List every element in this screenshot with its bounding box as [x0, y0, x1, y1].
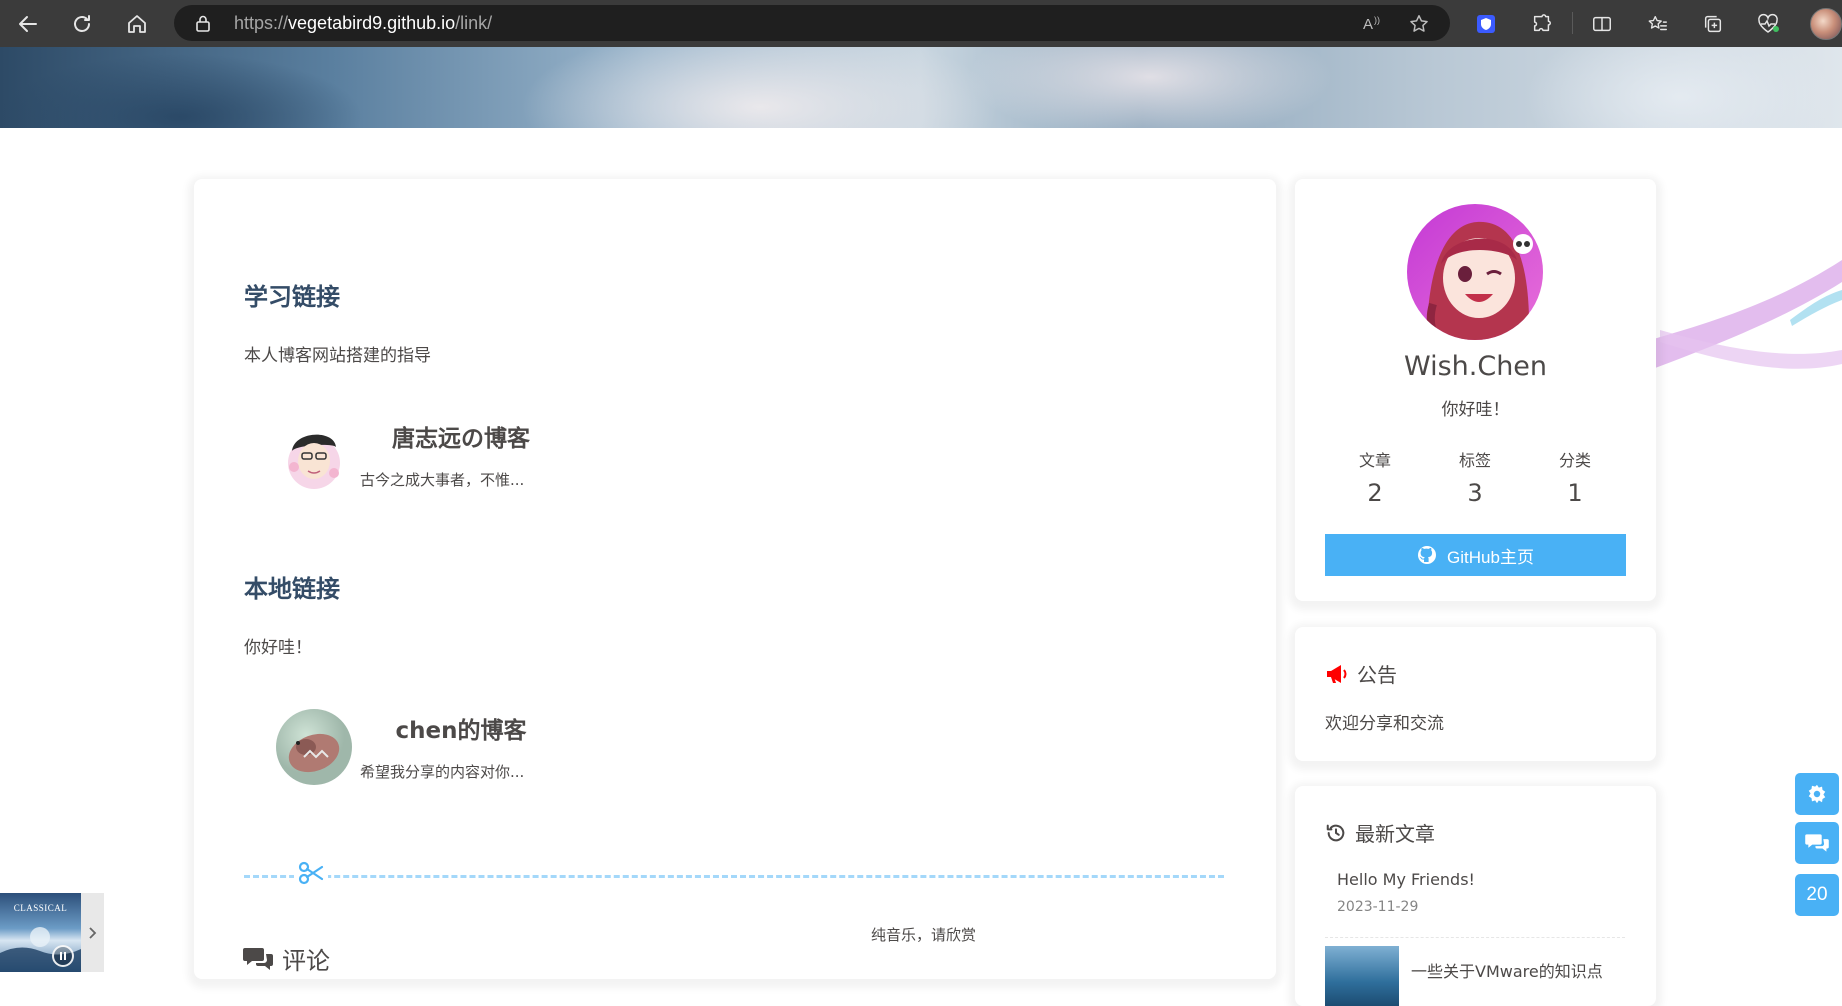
reading-progress-button[interactable]: 20 — [1795, 874, 1839, 916]
extensions-puzzle-icon[interactable] — [1526, 8, 1558, 40]
comment-heading: 评论 — [242, 941, 330, 976]
profile-avatar[interactable] — [1810, 8, 1842, 40]
pause-icon — [60, 952, 66, 960]
megaphone-icon — [1327, 664, 1347, 683]
album-cover[interactable]: CLASSICAL — [0, 893, 81, 972]
comments-icon — [1805, 834, 1829, 852]
site-stats: 文章 2 标签 3 分类 1 — [1325, 447, 1625, 507]
github-home-button[interactable]: GitHub主页 — [1325, 534, 1626, 576]
stat-value: 1 — [1567, 479, 1583, 507]
home-button[interactable] — [121, 8, 153, 40]
section-heading-study: 学习链接 — [244, 283, 340, 311]
shield-extension-icon[interactable] — [1470, 8, 1502, 40]
home-icon — [128, 15, 146, 33]
recent-posts-title: 最新文章 — [1355, 822, 1435, 846]
author-name: Wish.Chen — [1403, 351, 1548, 382]
section-heading-local: 本地链接 — [244, 575, 340, 603]
settings-button[interactable] — [1795, 773, 1839, 815]
author-info-card: Wish.Chen 你好哇！ 文章 2 标签 3 分类 1 GitHub主页 — [1295, 179, 1656, 601]
history-icon — [1326, 824, 1345, 841]
favorite-star-icon[interactable] — [1408, 13, 1430, 39]
comment-label: 评论 — [282, 947, 330, 975]
friend-link-name[interactable]: chen的博客 — [356, 711, 566, 745]
stat-tags[interactable]: 标签 3 — [1425, 447, 1525, 507]
url-scheme: https:// — [234, 13, 289, 33]
url-path: /link/ — [455, 13, 493, 33]
svg-text:A: A — [1363, 16, 1373, 33]
author-avatar[interactable] — [1407, 204, 1543, 340]
friend-link-card[interactable]: 唐志远の博客 古今之成大事者，不惟... — [276, 417, 566, 497]
reload-button[interactable] — [66, 8, 98, 40]
pause-button[interactable] — [52, 945, 74, 967]
favorites-list-icon[interactable] — [1642, 8, 1674, 40]
toolbar-separator — [1572, 12, 1573, 34]
post-divider — [1325, 937, 1625, 938]
stat-label: 分类 — [1558, 451, 1591, 470]
svg-text:)): )) — [1374, 15, 1380, 25]
music-note-text: 纯音乐，请欣赏 — [871, 926, 977, 944]
recent-post-title[interactable]: 一些关于VMware的知识点 — [1411, 958, 1603, 982]
announcement-card: 公告 欢迎分享和交流 — [1295, 627, 1656, 761]
recent-post-title[interactable]: Hello My Friends! — [1337, 870, 1475, 889]
health-heart-icon[interactable] — [1752, 8, 1784, 40]
main-content-card: 学习链接 本人博客网站搭建的指导 唐志远の博客 古今之成大事者，不惟... 本地… — [194, 179, 1276, 979]
url-text[interactable]: https://vegetabird9.github.io/link/ — [234, 13, 492, 34]
author-description: 你好哇！ — [1441, 400, 1510, 420]
player-expand-button[interactable] — [81, 893, 104, 972]
github-icon — [1418, 546, 1437, 564]
friend-link-name[interactable]: 唐志远の博客 — [356, 419, 566, 453]
github-button-label: GitHub主页 — [1447, 547, 1534, 567]
stat-label: 文章 — [1358, 451, 1391, 470]
comments-icon — [243, 947, 273, 970]
back-arrow-icon — [19, 16, 37, 32]
recent-posts-heading: 最新文章 — [1325, 818, 1435, 847]
recent-posts-card: 最新文章 Hello My Friends! 2023-11-29 一些关于VM… — [1295, 786, 1656, 1006]
stat-articles[interactable]: 文章 2 — [1325, 447, 1425, 507]
friend-link-desc: 希望我分享的内容对你... — [360, 763, 525, 781]
back-button[interactable] — [12, 8, 44, 40]
stat-label: 标签 — [1458, 451, 1491, 470]
announcement-heading: 公告 — [1325, 659, 1397, 688]
browser-toolbar: https://vegetabird9.github.io/link/ A)) — [0, 0, 1842, 47]
stat-value: 2 — [1367, 479, 1383, 507]
header-banner — [0, 47, 1842, 128]
section-description-local: 你好哇！ — [244, 638, 312, 658]
decorative-ribbon — [1650, 260, 1842, 370]
announcement-title: 公告 — [1357, 663, 1397, 687]
cut-divider — [244, 875, 1224, 878]
split-screen-icon[interactable] — [1586, 8, 1618, 40]
reload-icon — [74, 15, 90, 32]
address-bar[interactable]: https://vegetabird9.github.io/link/ A)) — [174, 5, 1450, 41]
collections-icon[interactable] — [1697, 8, 1729, 40]
stat-categories[interactable]: 分类 1 — [1525, 447, 1625, 507]
friend-link-desc: 古今之成大事者，不惟... — [360, 471, 525, 489]
gear-icon — [1808, 784, 1826, 804]
section-description-study: 本人博客网站搭建的指导 — [244, 346, 431, 366]
stat-value: 3 — [1467, 479, 1483, 507]
comments-button[interactable] — [1795, 822, 1839, 864]
recent-post-date: 2023-11-29 — [1337, 899, 1419, 915]
recent-post-thumbnail[interactable] — [1325, 946, 1399, 1006]
url-host: vegetabird9.github.io — [288, 13, 456, 33]
lock-icon[interactable] — [194, 14, 212, 36]
friend-link-card[interactable]: chen的博客 希望我分享的内容对你... — [276, 709, 566, 789]
scissors-icon — [294, 860, 328, 890]
read-aloud-icon[interactable]: A)) — [1362, 13, 1384, 37]
friend-avatar[interactable] — [276, 417, 352, 493]
chevron-right-icon — [88, 926, 96, 939]
friend-avatar[interactable] — [276, 709, 352, 785]
music-player: CLASSICAL — [0, 893, 104, 972]
announcement-text: 欢迎分享和交流 — [1325, 714, 1444, 734]
